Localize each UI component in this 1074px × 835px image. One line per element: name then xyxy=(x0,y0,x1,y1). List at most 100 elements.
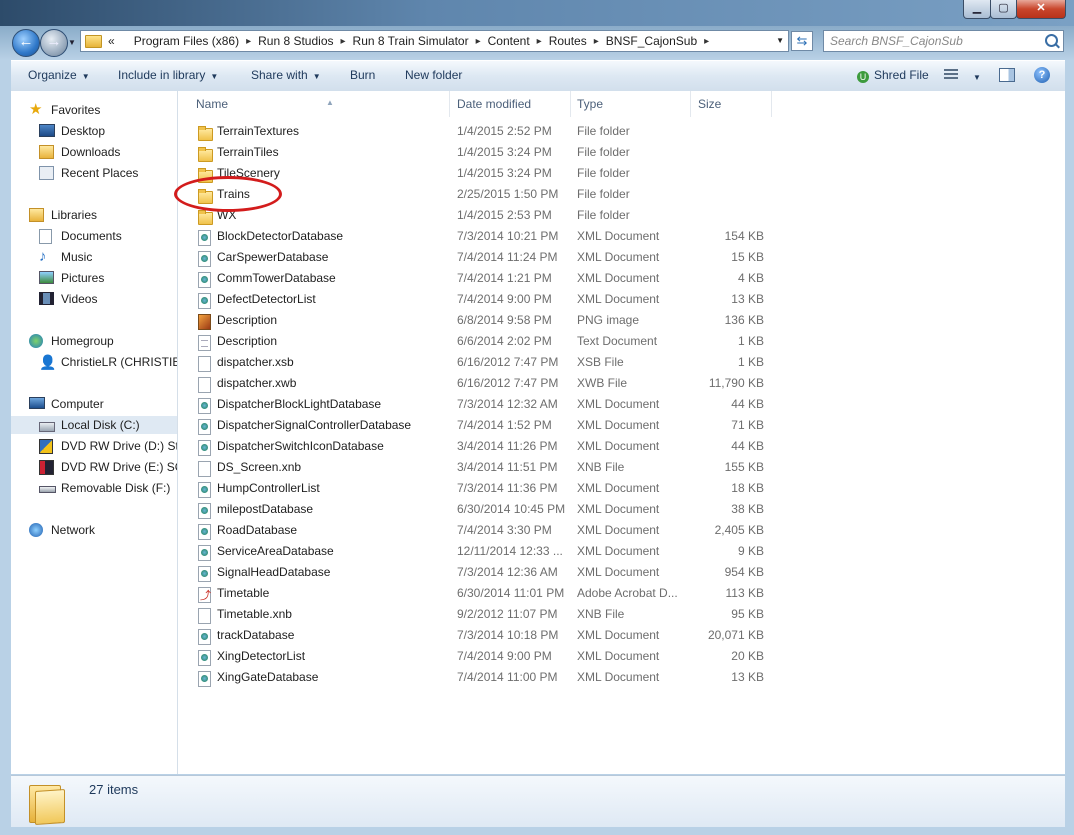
maximize-button[interactable]: ▢ xyxy=(990,0,1017,19)
file-size: 13 KB xyxy=(731,292,764,306)
table-row[interactable]: XingDetectorList 7/4/2014 9:00 PM XML Docu… xyxy=(178,647,1065,668)
table-row[interactable]: HumpControllerList 7/3/2014 11:36 PM XML D… xyxy=(178,479,1065,500)
file-name: BlockDetectorDatabase xyxy=(217,229,344,243)
chevron-right-icon[interactable]: ▸ xyxy=(704,36,709,47)
file-name: TerrainTextures xyxy=(217,124,300,138)
breadcrumb-item[interactable]: Run 8 Train Simulator xyxy=(353,34,469,48)
breadcrumb-item[interactable]: BNSF_CajonSub xyxy=(606,34,697,48)
table-row[interactable]: DispatcherBlockLightDatabase 7/3/2014 12:… xyxy=(178,395,1065,416)
search-input[interactable]: Search BNSF_CajonSub xyxy=(823,30,1064,52)
table-row[interactable]: CarSpewerDatabase 7/4/2014 11:24 PM XML Do… xyxy=(178,248,1065,269)
share-with-button[interactable]: Share with ▼ xyxy=(251,68,321,82)
table-row[interactable]: DefectDetectorList 7/4/2014 9:00 PM XML Do… xyxy=(178,290,1065,311)
table-row[interactable]: SignalHeadDatabase 7/3/2014 12:36 AM XML D… xyxy=(178,563,1065,584)
chevron-down-icon: ▼ xyxy=(312,72,321,81)
burn-button[interactable]: Burn xyxy=(350,68,375,82)
file-type: XML Document xyxy=(577,292,660,306)
table-row[interactable]: BlockDetectorDatabase 7/3/2014 10:21 PM XM… xyxy=(178,227,1065,248)
chevron-right-icon[interactable]: ▸ xyxy=(476,36,481,47)
breadcrumb-item[interactable]: Program Files (x86) xyxy=(134,34,239,48)
chevron-down-icon[interactable]: ▼ xyxy=(776,36,784,45)
include-in-library-button[interactable]: Include in library ▼ xyxy=(118,68,218,82)
table-row[interactable]: dispatcher.xwb 6/16/2012 7:47 PM XWB File 1… xyxy=(178,374,1065,395)
preview-pane-icon[interactable] xyxy=(999,68,1015,82)
forward-button[interactable]: → xyxy=(40,29,68,57)
blank-file-icon xyxy=(198,461,211,477)
table-row[interactable]: WX 1/4/2015 2:53 PM File folder xyxy=(178,206,1065,227)
blank-file-icon xyxy=(198,356,211,372)
file-name: trackDatabase xyxy=(217,628,295,642)
sidebar-item-label: DVD RW Drive (E:) SC4 xyxy=(61,460,178,474)
minimize-button[interactable]: ▁ xyxy=(963,0,991,19)
file-date: 6/8/2014 9:58 PM xyxy=(457,313,552,327)
address-bar[interactable]: « ▸ Program Files (x86) ▸ Run 8 Studios … xyxy=(80,30,789,52)
table-row[interactable]: XingGateDatabase 7/4/2014 11:00 PM XML Doc… xyxy=(178,668,1065,689)
file-type: XML Document xyxy=(577,523,660,537)
include-in-library-label: Include in library xyxy=(118,68,206,82)
chevron-right-icon[interactable]: ▸ xyxy=(246,36,251,47)
organize-button[interactable]: Organize ▼ xyxy=(28,68,90,82)
shred-file-button[interactable]: U Shred File xyxy=(857,68,929,83)
table-row[interactable]: milepostDatabase 6/30/2014 10:45 PM XML Do… xyxy=(178,500,1065,521)
column-header-type[interactable]: Type xyxy=(569,91,691,117)
column-header-size[interactable]: Size xyxy=(690,91,772,117)
recent-pages-dropdown[interactable]: ▼ xyxy=(68,38,76,47)
xml-file-icon xyxy=(198,650,211,666)
table-row[interactable]: dispatcher.xsb 6/16/2012 7:47 PM XSB File 1… xyxy=(178,353,1065,374)
file-date: 7/4/2014 3:30 PM xyxy=(457,523,552,537)
file-size: 11,790 KB xyxy=(708,376,764,390)
table-row[interactable]: Trains 2/25/2015 1:50 PM File folder xyxy=(178,185,1065,206)
breadcrumb-overflow[interactable]: « xyxy=(108,34,115,48)
breadcrumb-item[interactable]: Content xyxy=(488,34,530,48)
file-name: SignalHeadDatabase xyxy=(217,565,331,579)
table-row[interactable]: trackDatabase 7/3/2014 10:18 PM XML Docume… xyxy=(178,626,1065,647)
chevron-right-icon[interactable]: ▸ xyxy=(594,36,599,47)
file-name: Description xyxy=(217,313,278,327)
sidebar-item-label: Recent Places xyxy=(61,166,139,180)
new-folder-button[interactable]: New folder xyxy=(405,68,462,82)
table-row[interactable]: Timetable 6/30/2014 11:01 PM Adobe Acrobat… xyxy=(178,584,1065,605)
file-size: 2,405 KB xyxy=(714,523,764,537)
chevron-down-icon: ▼ xyxy=(81,72,90,81)
table-row[interactable]: Description 6/6/2014 2:02 PM Text Document… xyxy=(178,332,1065,353)
table-row[interactable]: DS_Screen.xnb 3/4/2014 11:51 PM XNB File 15… xyxy=(178,458,1065,479)
file-name: HumpControllerList xyxy=(217,481,320,495)
search-icon[interactable] xyxy=(1045,34,1058,47)
documents-icon xyxy=(39,229,52,244)
column-header-date[interactable]: Date modified xyxy=(449,91,571,117)
file-size: 4 KB xyxy=(737,271,764,285)
table-row[interactable]: Description 6/8/2014 9:58 PM PNG image 136 … xyxy=(178,311,1065,332)
help-icon[interactable]: ? xyxy=(1034,67,1050,83)
sidebar-item-local-disk-c[interactable]: Local Disk (C:) xyxy=(11,416,177,434)
view-dropdown[interactable]: ▼ xyxy=(968,69,981,83)
table-row[interactable]: RoadDatabase 7/4/2014 3:30 PM XML Document… xyxy=(178,521,1065,542)
refresh-button[interactable]: ⇆ xyxy=(791,31,813,51)
close-button[interactable]: ✕ xyxy=(1016,0,1066,19)
file-size: 155 KB xyxy=(724,460,764,474)
txt-file-icon xyxy=(198,335,211,351)
table-row[interactable]: CommTowerDatabase 7/4/2014 1:21 PM XML Doc… xyxy=(178,269,1065,290)
table-row[interactable]: TerrainTextures 1/4/2015 2:52 PM File fold… xyxy=(178,122,1065,143)
chevron-right-icon[interactable]: ▸ xyxy=(341,36,346,47)
file-date: 12/11/2014 12:33 ... xyxy=(457,544,563,558)
xml-file-icon xyxy=(198,545,211,561)
table-row[interactable]: TerrainTiles 1/4/2015 3:24 PM File folder xyxy=(178,143,1065,164)
table-row[interactable]: Timetable.xnb 9/2/2012 11:07 PM XNB File 95… xyxy=(178,605,1065,626)
view-options-icon[interactable] xyxy=(944,69,958,81)
column-header-name[interactable]: Name ▲ xyxy=(188,91,450,117)
file-type: XWB File xyxy=(577,376,628,390)
table-row[interactable]: DispatcherSwitchIconDatabase 3/4/2014 11:… xyxy=(178,437,1065,458)
folder-icon xyxy=(85,34,102,48)
table-row[interactable]: DispatcherSignalControllerDatabase 7/4/20… xyxy=(178,416,1065,437)
file-name: WX xyxy=(217,208,237,222)
share-with-label: Share with xyxy=(251,68,308,82)
back-button[interactable]: ← xyxy=(12,29,40,57)
table-row[interactable]: ServiceAreaDatabase 12/11/2014 12:33 ... X… xyxy=(178,542,1065,563)
chevron-right-icon[interactable]: ▸ xyxy=(537,36,542,47)
breadcrumb-item[interactable]: Run 8 Studios xyxy=(258,34,333,48)
table-row[interactable]: TileScenery 1/4/2015 3:24 PM File folder xyxy=(178,164,1065,185)
breadcrumb-item[interactable]: Routes xyxy=(549,34,587,48)
file-type: XML Document xyxy=(577,397,660,411)
file-size: 20,071 KB xyxy=(707,628,764,642)
file-size: 13 KB xyxy=(731,670,764,684)
